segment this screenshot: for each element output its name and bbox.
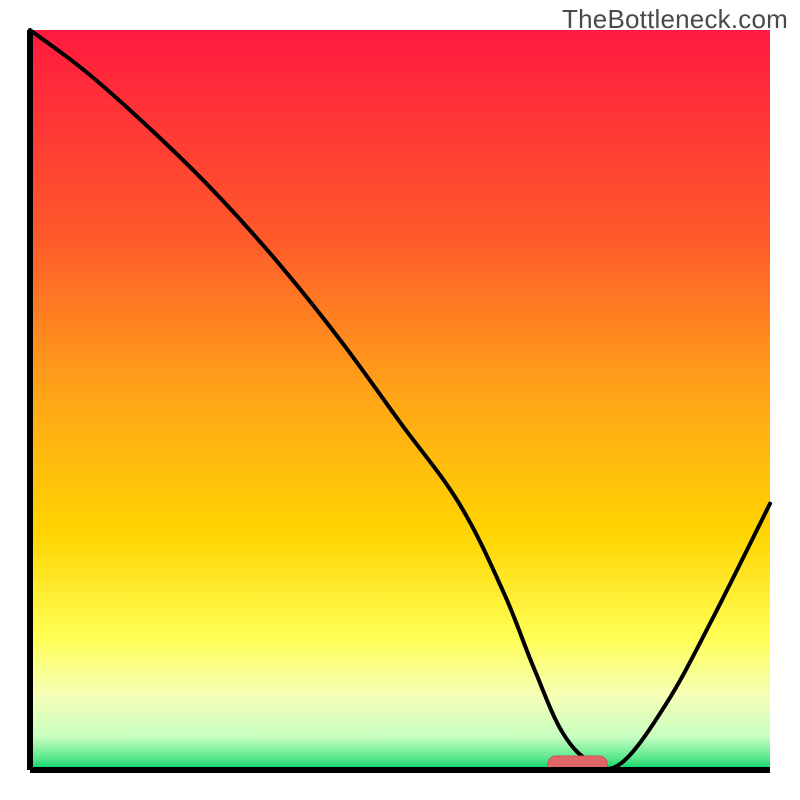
plot-background: [30, 30, 770, 770]
chart-frame: TheBottleneck.com: [0, 0, 800, 800]
chart-svg: [0, 0, 800, 800]
watermark-label: TheBottleneck.com: [562, 4, 788, 35]
